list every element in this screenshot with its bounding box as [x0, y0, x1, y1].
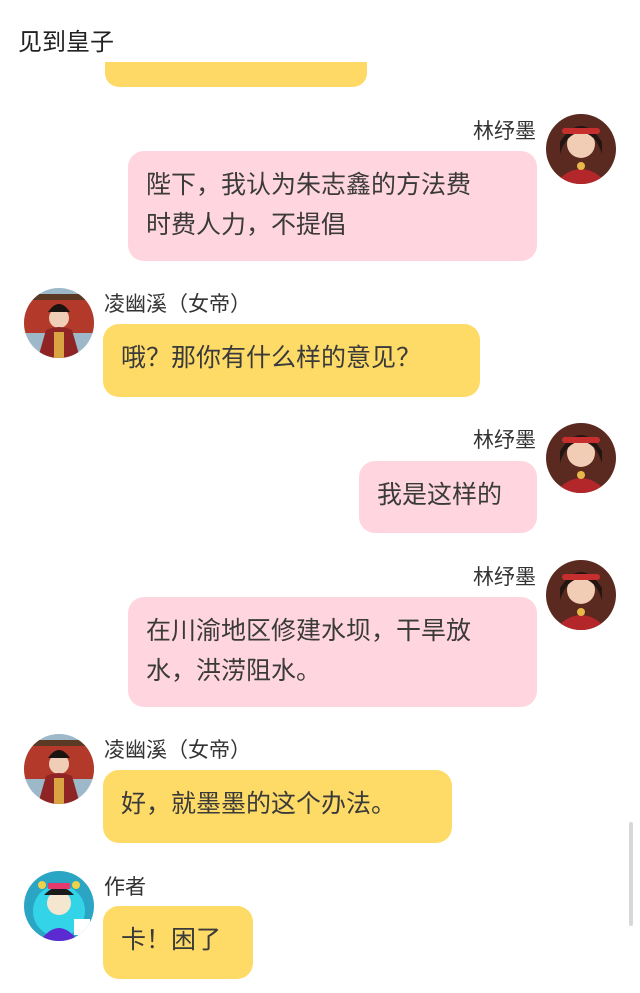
message-bubble: 好，就墨墨的这个办法。 — [103, 770, 452, 843]
avatar-linshumo[interactable] — [546, 560, 616, 630]
sender-name: 林纾墨 — [473, 428, 536, 452]
avatar-linshumo[interactable] — [546, 423, 616, 493]
sender-name: 凌幽溪（女帝） — [104, 292, 251, 316]
message-bubble: 在川渝地区修建水坝，干旱放 水，洪涝阻水。 — [128, 597, 537, 707]
avatar-linshumo[interactable] — [546, 114, 616, 184]
message-bubble: 我是这样的 — [359, 461, 537, 533]
partial-message-bubble — [105, 62, 367, 87]
avatar-lingyouxi[interactable] — [24, 734, 94, 804]
sender-name: 林纾墨 — [473, 565, 536, 589]
scrollbar[interactable] — [629, 822, 633, 926]
avatar-lingyouxi[interactable] — [24, 288, 94, 358]
sender-name: 凌幽溪（女帝） — [104, 738, 251, 762]
sender-name: 作者 — [104, 875, 146, 899]
chat-title: 见到皇子 — [18, 28, 114, 56]
avatar-author[interactable] — [24, 871, 94, 941]
message-bubble: 哦？那你有什么样的意见？ — [103, 324, 480, 397]
message-bubble: 陛下，我认为朱志鑫的方法费 时费人力，不提倡 — [128, 151, 537, 261]
message-bubble: 卡！困了 — [103, 906, 253, 979]
sender-name: 林纾墨 — [473, 119, 536, 143]
